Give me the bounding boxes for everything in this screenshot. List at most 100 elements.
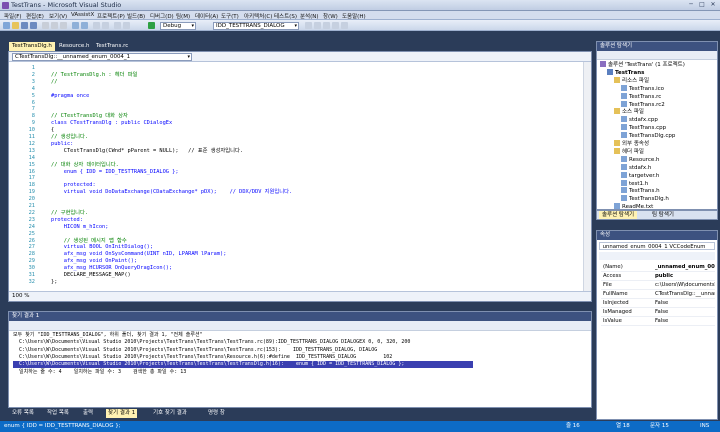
properties-panel: 속성 _unnamed_enum_0004_1 VCCodeEnum (Name… (596, 230, 718, 420)
tree-item[interactable]: TestTrans (607, 68, 644, 77)
menu-team[interactable]: 팀(M) (176, 12, 190, 20)
menu-window[interactable]: 창(W) (323, 12, 338, 20)
property-value[interactable]: c:\Users\W\documents\v (655, 281, 715, 290)
find-summary-line[interactable]: 모두 찾기 "IDD_TESTTRANS_DIALOG", 하위 폴더, 찾기 … (13, 332, 203, 339)
property-value[interactable]: CTestTransDlg::__unnan (655, 290, 715, 299)
cut-icon[interactable] (42, 22, 49, 29)
toolbox-icon[interactable] (332, 22, 339, 29)
menu-help[interactable]: 도움말(H) (342, 12, 366, 20)
tree-item[interactable]: TestTrans.h (621, 187, 660, 195)
code-editor[interactable]: CTestTransDlg::__unnamed_enum_0004_1 12/… (8, 51, 592, 302)
tab-testtransdlg-h[interactable]: TestTransDlg.h (9, 42, 55, 51)
find-result-line[interactable]: C:\Users\W\Documents\Visual Studio 2010\… (13, 339, 410, 346)
find-combo[interactable]: IDD_TESTTRANS_DIALOG (213, 22, 299, 30)
tree-item[interactable]: TestTrans.ico (621, 84, 664, 93)
tree-item[interactable]: TestTransDlg.cpp (621, 132, 675, 140)
tab-testtrans-rc[interactable]: TestTrans.rc (93, 42, 131, 51)
code-line[interactable]: 32}; (9, 278, 583, 287)
tab-find-results-1[interactable]: 찾기 결과 1 (106, 409, 138, 418)
undo-icon[interactable] (72, 22, 79, 29)
menu-project[interactable]: 프로젝트(P) (97, 12, 125, 20)
tab-task-list[interactable]: 작업 목록 (45, 409, 71, 418)
maximize-button[interactable]: □ (697, 1, 707, 9)
tree-item[interactable]: TestTrans.rc (621, 92, 661, 101)
tab-resource-h[interactable]: Resource.h (56, 42, 92, 51)
tree-item[interactable]: targetver.h (621, 171, 659, 180)
tree-item[interactable]: 소스 파일 (614, 108, 644, 116)
property-row[interactable]: File c:\Users\W\documents\v (601, 281, 715, 290)
find-summary-line[interactable]: 일치하는 줄 수: 4 일치하는 파일 수: 3 검색한 총 파일 수: 13 (13, 369, 186, 376)
code-text[interactable]: }; (51, 278, 57, 287)
save-all-icon[interactable] (30, 22, 37, 29)
menu-edit[interactable]: 편집(E) (26, 12, 44, 20)
find-result-line[interactable]: C:\Users\W\Documents\Visual Studio 2010\… (13, 361, 473, 369)
navigate-back-icon[interactable] (93, 22, 100, 29)
find-in-files-icon[interactable] (305, 22, 312, 29)
zoom-level[interactable]: 100 % (9, 291, 591, 301)
property-value[interactable]: False (655, 299, 715, 308)
class-view-icon[interactable] (341, 22, 348, 29)
solution-explorer-icon[interactable] (314, 22, 321, 29)
file-icon (621, 171, 627, 178)
navigate-forward-icon[interactable] (102, 22, 109, 29)
tree-item[interactable]: 솔루션 'TestTrans' (1 프로젝트) (600, 61, 685, 69)
start-debugging-icon[interactable] (148, 22, 155, 29)
menu-file[interactable]: 파일(F) (4, 12, 22, 20)
tab-output[interactable]: 출력 (81, 409, 95, 418)
uncomment-icon[interactable] (123, 22, 130, 29)
property-value[interactable]: False (655, 308, 715, 317)
properties-object-combo[interactable]: _unnamed_enum_0004_1 VCCodeEnum (599, 242, 715, 250)
tab-find-symbol-results[interactable]: 기호 찾기 결과 (151, 409, 189, 418)
copy-icon[interactable] (51, 22, 58, 29)
menu-test[interactable]: 테스트(S) (274, 12, 297, 20)
property-value[interactable]: _unnamed_enum_0004_1 (655, 263, 715, 272)
property-row[interactable]: IsManaged False (601, 308, 715, 317)
redo-icon[interactable] (81, 22, 88, 29)
comment-icon[interactable] (114, 22, 121, 29)
file-icon (621, 179, 627, 186)
menu-data[interactable]: 데이터(A) (195, 12, 218, 20)
paste-icon[interactable] (60, 22, 67, 29)
open-file-icon[interactable] (12, 22, 19, 29)
close-button[interactable]: ✕ (708, 1, 718, 9)
save-icon[interactable] (21, 22, 28, 29)
find-result-line[interactable]: C:\Users\W\Documents\Visual Studio 2010\… (13, 354, 392, 361)
tab-error-list[interactable]: 오류 목록 (10, 409, 36, 418)
menu-architecture[interactable]: 아키텍처(C) (244, 12, 272, 20)
tree-item[interactable]: TestTrans.rc2 (621, 100, 665, 109)
tab-team-explorer[interactable]: 팀 탐색기 (649, 211, 677, 219)
code-area[interactable]: 1 2// TestTransDlg.h : 헤더 파일 3//4 5 #pragma … (9, 62, 583, 291)
menu-analyze[interactable]: 분석(N) (300, 12, 319, 20)
tree-item-label: 외부 종속성 (622, 141, 650, 147)
member-dropdown[interactable]: CTestTransDlg::__unnamed_enum_0004_1 (12, 53, 192, 61)
property-row[interactable]: Access public (601, 272, 715, 281)
menu-tools[interactable]: 도구(T) (221, 12, 239, 20)
new-project-icon[interactable] (3, 22, 10, 29)
property-row[interactable]: IsValue False (601, 317, 715, 326)
properties-icon[interactable] (323, 22, 330, 29)
property-row[interactable]: (Name) _unnamed_enum_0004_1 (601, 263, 715, 272)
tree-item[interactable]: Resource.h (621, 155, 659, 164)
tree-item[interactable]: 리소스 파일 (614, 76, 649, 85)
find-result-line[interactable]: C:\Users\W\Documents\Visual Studio 2010\… (13, 347, 377, 354)
tree-item[interactable]: stdafx.h (621, 163, 651, 172)
menu-view[interactable]: 보기(V) (49, 12, 67, 20)
tree-item[interactable]: TestTransDlg.h (621, 195, 669, 203)
menu-build[interactable]: 빌드(B) (127, 12, 145, 20)
property-row[interactable]: IsInjected False (601, 299, 715, 308)
solution-config-combo[interactable]: Debug (160, 22, 196, 30)
property-value[interactable]: public (655, 272, 715, 281)
tree-item[interactable]: test1.h (621, 179, 648, 188)
tab-solution-explorer[interactable]: 솔루션 탐색기 (599, 211, 638, 219)
tree-item[interactable]: stdafx.cpp (621, 116, 658, 124)
editor-vertical-scrollbar[interactable] (583, 62, 591, 291)
property-row[interactable]: FullName CTestTransDlg::__unnan (601, 290, 715, 299)
tree-item[interactable]: 헤더 파일 (614, 147, 644, 156)
minimize-button[interactable]: ─ (686, 1, 696, 9)
tree-item[interactable]: 외부 종속성 (614, 140, 649, 148)
menu-debug[interactable]: 디버그(D) (150, 12, 174, 20)
tab-command-window[interactable]: 명령 창 (206, 409, 227, 418)
tree-item[interactable]: TestTrans.cpp (621, 124, 666, 132)
property-value[interactable]: False (655, 317, 715, 326)
menu-vassistx[interactable]: VAssistX (71, 12, 94, 18)
